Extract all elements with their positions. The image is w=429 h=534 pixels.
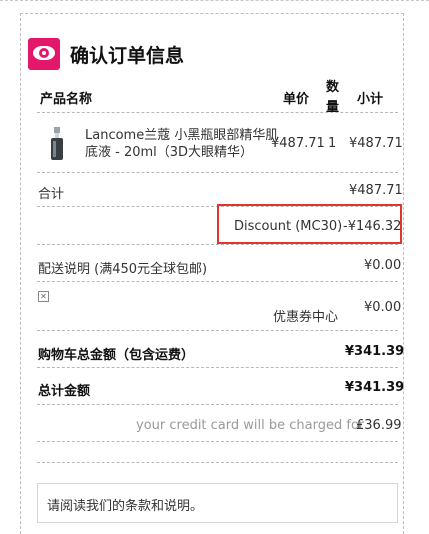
divider (37, 404, 398, 405)
shipping-label: 配送说明 (满450元全球包邮) (38, 262, 208, 277)
page-title: 确认订单信息 (70, 45, 185, 67)
column-header-subtotal: 小计 (357, 92, 384, 107)
cart-total-value: ¥341.39 (345, 344, 405, 359)
eye-icon (28, 38, 60, 70)
coupon-center-link[interactable]: 优惠券中心 (273, 306, 338, 325)
top-divider (0, 0, 429, 1)
total-label: 合计 (38, 187, 65, 202)
divider (37, 462, 398, 463)
shipping-value: ¥0.00 (364, 258, 402, 273)
divider (37, 244, 398, 245)
item-qty: 1 (328, 136, 337, 151)
grand-total-label: 总计金额 (38, 384, 91, 399)
charge-value: £36.99 (356, 418, 402, 433)
item-price: ¥487.71 (271, 136, 325, 151)
coupon-value: ¥0.00 (364, 300, 402, 315)
divider (37, 367, 398, 368)
divider (37, 281, 398, 282)
discount-value: -¥146.32 (343, 219, 402, 234)
charge-label: your credit card will be charged for (136, 418, 365, 433)
divider (37, 112, 398, 113)
total-value: ¥487.71 (349, 183, 403, 198)
divider (37, 441, 398, 442)
product-name-line2[interactable]: 底液 - 20ml（3D大眼精华） (85, 141, 253, 160)
divider (37, 330, 398, 331)
item-subtotal: ¥487.71 (349, 136, 403, 151)
broken-image-icon: ✕ (38, 291, 49, 302)
column-header-qty-1: 数 (326, 80, 340, 95)
divider (37, 172, 398, 173)
grand-total-value: ¥341.39 (345, 380, 405, 395)
product-image[interactable] (45, 127, 69, 161)
cart-total-label: 购物车总金额（包含运费） (38, 348, 195, 363)
column-header-product: 产品名称 (40, 92, 93, 107)
discount-label: Discount (MC30) (234, 219, 343, 234)
column-header-price: 单价 (283, 92, 310, 107)
terms-notice-text[interactable]: 请阅读我们的条款和说明。 (47, 495, 203, 514)
